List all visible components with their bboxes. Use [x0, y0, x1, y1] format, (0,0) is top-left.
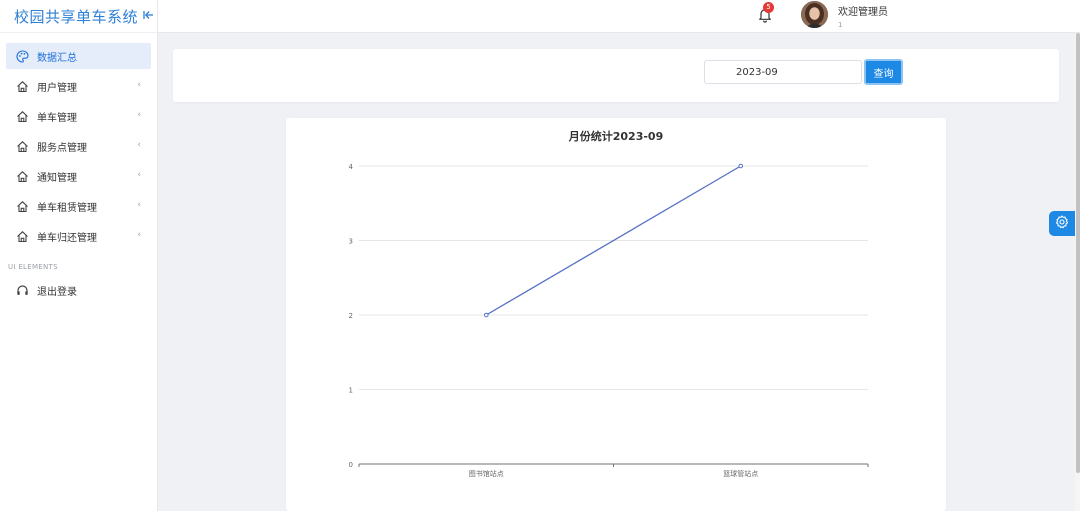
sidebar: 校园共享单车系统 数据汇总 用户管理 ‹ 单车管理 ‹ 服务点管理 ‹ 通知管理… [0, 0, 158, 511]
query-button[interactable]: 查询 [864, 59, 903, 85]
home-icon [16, 110, 29, 123]
chevron-left-icon: ‹ [137, 170, 141, 180]
chevron-left-icon: ‹ [137, 140, 141, 150]
gear-icon [1055, 214, 1069, 233]
sidebar-item-label: 单车归还管理 [37, 232, 97, 244]
chevron-left-icon: ‹ [137, 230, 141, 240]
sidebar-item-label: 通知管理 [37, 172, 77, 184]
settings-button[interactable] [1049, 211, 1075, 236]
app-title: 校园共享单车系统 [14, 7, 139, 26]
chart-title: 月份统计2023-09 [568, 129, 664, 143]
filter-card: 查询 [173, 49, 1059, 102]
y-tick-label: 4 [349, 163, 354, 171]
user-id: 1 [838, 21, 843, 29]
line-chart: 月份统计2023-09 0 1 2 3 4 图书馆站点 篮球管站点 [349, 129, 869, 478]
sidebar-item-bike-management[interactable]: 单车管理 ‹ [6, 103, 151, 129]
y-tick-label: 1 [349, 387, 353, 395]
data-point [738, 163, 744, 169]
sidebar-item-data-summary[interactable]: 数据汇总 [6, 43, 151, 69]
y-tick-label: 2 [349, 312, 353, 320]
home-icon [16, 140, 29, 153]
sidebar-item-notice-management[interactable]: 通知管理 ‹ [6, 163, 151, 189]
sidebar-item-service-point-management[interactable]: 服务点管理 ‹ [6, 133, 151, 159]
sidebar-item-label: 服务点管理 [37, 142, 87, 154]
chevron-left-icon: ‹ [137, 80, 141, 90]
home-icon [16, 200, 29, 213]
chart-card: 月份统计2023-09 0 1 2 3 4 图书馆站点 篮球管站点 [286, 118, 946, 511]
sidebar-menu: 数据汇总 用户管理 ‹ 单车管理 ‹ 服务点管理 ‹ 通知管理 ‹ 单车租赁管理… [0, 33, 157, 303]
brand-header: 校园共享单车系统 [0, 0, 157, 33]
x-tick-label: 篮球管站点 [723, 469, 758, 478]
menu-section-label: UI ELEMENTS [8, 263, 58, 271]
sidebar-item-return-management[interactable]: 单车归还管理 ‹ [6, 223, 151, 249]
top-header [158, 0, 1080, 33]
collapse-left-icon[interactable] [143, 10, 154, 23]
notification-badge: 5 [763, 2, 774, 13]
sidebar-item-user-management[interactable]: 用户管理 ‹ [6, 73, 151, 99]
logout-label: 退出登录 [37, 286, 77, 298]
sidebar-item-rental-management[interactable]: 单车租赁管理 ‹ [6, 193, 151, 219]
home-icon [16, 230, 29, 243]
user-info: 欢迎管理员 1 [838, 3, 888, 29]
y-tick-label: 3 [349, 238, 353, 246]
sidebar-item-label: 单车租赁管理 [37, 202, 97, 214]
avatar[interactable] [801, 1, 828, 28]
chevron-left-icon: ‹ [137, 200, 141, 210]
sidebar-item-label: 数据汇总 [37, 52, 77, 64]
chevron-left-icon: ‹ [137, 110, 141, 120]
y-tick-label: 0 [349, 461, 353, 469]
headset-icon [16, 284, 29, 297]
logout-button[interactable]: 退出登录 [6, 277, 151, 303]
sidebar-item-label: 单车管理 [37, 112, 77, 124]
scrollbar-thumb[interactable] [1076, 33, 1080, 473]
x-tick-label: 图书馆站点 [469, 469, 504, 478]
user-name: 欢迎管理员 [838, 7, 888, 18]
sidebar-item-label: 用户管理 [37, 82, 77, 94]
palette-icon [16, 49, 29, 63]
month-picker-input[interactable] [704, 60, 862, 84]
home-icon [16, 80, 29, 93]
home-icon [16, 170, 29, 183]
data-point [483, 312, 489, 318]
